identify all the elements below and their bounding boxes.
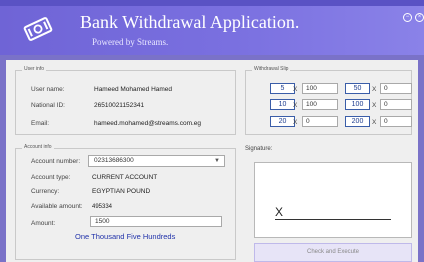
account-type-label: Account type: (31, 174, 71, 181)
account-number-label: Account number: (31, 158, 81, 165)
denomination-5: 5 (270, 83, 295, 94)
denomination-50: 50 (345, 83, 370, 94)
amount-in-words: One Thousand Five Hundreds (75, 232, 176, 241)
denomination-100: 100 (345, 99, 370, 110)
account-number-select[interactable]: 02313686300 ▼ (88, 155, 225, 167)
minimize-icon[interactable]: − (403, 13, 412, 22)
denomination-20: 20 (270, 116, 295, 127)
count-10-input[interactable]: 100 (302, 99, 338, 110)
count-20-input[interactable]: 0 (302, 116, 338, 127)
user-info-legend: User info (22, 66, 47, 72)
title-bar: Bank Withdrawal Application. Powered by … (0, 0, 424, 55)
times-sign: X (293, 119, 298, 126)
times-sign: X (372, 86, 377, 93)
check-and-execute-button[interactable]: Check and Execute (254, 243, 412, 262)
app-title: Bank Withdrawal Application. (80, 12, 300, 32)
times-sign: X (293, 86, 298, 93)
national-id-value: 26510021152341 (94, 102, 145, 109)
denomination-10: 10 (270, 99, 295, 110)
signature-line (275, 219, 391, 220)
signature-pad[interactable]: X (254, 162, 412, 238)
signature-label: Signature: (245, 146, 273, 152)
amount-input[interactable]: 1500 (90, 216, 222, 227)
available-amount-value: 495334 (92, 204, 113, 210)
close-icon[interactable]: × (415, 13, 424, 22)
app-subtitle: Powered by Streams. (92, 37, 169, 47)
withdrawal-slip-legend: Withdrawal Slip (252, 66, 291, 72)
times-sign: X (293, 102, 298, 109)
title-strip (0, 0, 424, 6)
currency-label: Currency: (31, 188, 60, 195)
account-info-legend: Account info (22, 144, 54, 150)
email-label: Email: (31, 120, 50, 127)
count-100-input[interactable]: 0 (380, 99, 412, 110)
account-number-value: 02313686300 (94, 157, 134, 164)
email-value: hameed.mohamed@streams.com.eg (94, 120, 202, 127)
user-name-label: User name: (31, 86, 65, 93)
user-name-value: Hameed Mohamed Hamed (94, 86, 173, 93)
chevron-down-icon: ▼ (214, 158, 220, 164)
denomination-200: 200 (345, 116, 370, 127)
count-200-input[interactable]: 0 (380, 116, 412, 127)
times-sign: X (372, 102, 377, 109)
amount-label: Amount: (31, 220, 56, 227)
count-5-input[interactable]: 100 (302, 83, 338, 94)
times-sign: X (372, 119, 377, 126)
signature-mark: X (275, 205, 284, 219)
available-amount-label: Available amount: (31, 203, 83, 210)
currency-value: EGYPTIAN POUND (92, 188, 151, 195)
account-type-value: CURRENT ACCOUNT (92, 174, 158, 181)
money-icon (23, 17, 53, 41)
national-id-label: National ID: (31, 102, 65, 109)
count-50-input[interactable]: 0 (380, 83, 412, 94)
